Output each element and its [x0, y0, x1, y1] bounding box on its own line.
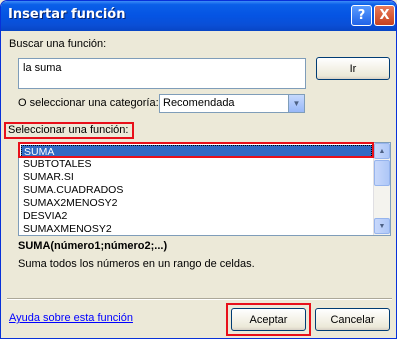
search-input[interactable]: la suma	[18, 58, 306, 89]
category-select[interactable]: Recomendada ▼	[159, 94, 305, 113]
ok-button[interactable]: Aceptar	[231, 308, 306, 331]
list-item[interactable]: SUMAR.SI	[21, 171, 372, 184]
vertical-scrollbar[interactable]: ▲ ▼	[373, 143, 390, 235]
search-label: Buscar una función:	[9, 38, 107, 50]
search-input-value: la suma	[23, 62, 62, 74]
list-item[interactable]: SUMAXMENOSY2	[21, 223, 372, 234]
highlight-box-selected-item	[18, 142, 374, 158]
function-description: Suma todos los números en un rango de ce…	[18, 258, 255, 270]
dialog-title: Insertar función	[8, 7, 126, 22]
close-button[interactable]: X	[374, 5, 395, 26]
chevron-down-icon[interactable]: ▼	[288, 95, 304, 112]
cancel-button-label: Cancelar	[330, 313, 375, 326]
help-button[interactable]: ?	[351, 5, 372, 26]
close-icon: X	[379, 8, 390, 23]
function-list-label: Seleccionar una función:	[8, 124, 129, 136]
list-item[interactable]: SUMAX2MENOSY2	[21, 197, 372, 210]
title-bar[interactable]: Insertar función ? X	[1, 1, 396, 31]
insert-function-dialog: Insertar función ? X Buscar una función:…	[0, 0, 397, 339]
go-button-label: Ir	[349, 62, 357, 75]
scroll-down-icon[interactable]: ▼	[374, 218, 390, 234]
scroll-up-icon[interactable]: ▲	[374, 143, 390, 159]
divider	[7, 298, 392, 300]
list-item[interactable]: SUBTOTALES	[21, 158, 372, 171]
help-link[interactable]: Ayuda sobre esta función	[9, 312, 133, 324]
list-item[interactable]: DESVIA2	[21, 210, 372, 223]
scroll-thumb[interactable]	[374, 160, 390, 186]
category-selected-value: Recomendada	[163, 97, 235, 109]
list-item[interactable]: SUMA.CUADRADOS	[21, 184, 372, 197]
go-button[interactable]: Ir	[316, 57, 390, 80]
cancel-button[interactable]: Cancelar	[315, 308, 390, 331]
help-icon: ?	[357, 8, 366, 23]
category-label: O seleccionar una categoría:	[18, 97, 159, 109]
ok-button-label: Aceptar	[249, 313, 288, 326]
function-signature: SUMA(número1;número2;...)	[18, 240, 168, 252]
